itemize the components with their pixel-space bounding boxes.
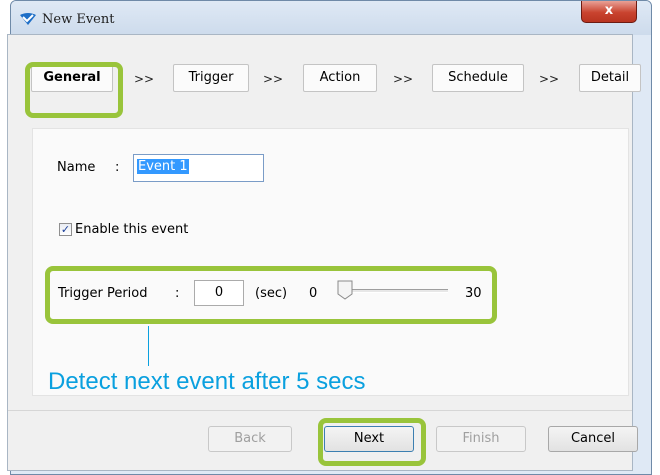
callout-line [148, 326, 149, 366]
back-button-label: Back [234, 431, 266, 446]
close-icon: x [604, 3, 614, 18]
finish-button[interactable]: Finish [436, 426, 526, 452]
highlight-general-tab [25, 62, 123, 118]
finish-button-label: Finish [462, 431, 500, 446]
cancel-button-label: Cancel [570, 431, 616, 446]
back-button[interactable]: Back [208, 426, 292, 452]
checkmark-icon: ✓ [60, 223, 71, 236]
tab-label: Action [319, 70, 361, 85]
footer-divider [8, 410, 632, 411]
callout-text: Detect next event after 5 secs [48, 368, 366, 395]
enable-event-checkbox[interactable]: ✓ [59, 223, 72, 236]
highlight-next-button [318, 418, 426, 466]
tab-separator: >> [539, 72, 560, 86]
tab-separator: >> [134, 72, 155, 86]
name-label: Name [57, 160, 96, 175]
name-colon: : [115, 160, 120, 175]
close-button[interactable]: x [581, 1, 637, 23]
vivotek-check-icon [20, 13, 36, 25]
window-title: New Event [42, 12, 115, 27]
event-name-input[interactable]: Event 1 [133, 154, 264, 182]
tab-separator: >> [393, 72, 414, 86]
tab-label: Schedule [448, 70, 508, 85]
tab-trigger[interactable]: Trigger [173, 64, 249, 92]
tab-schedule[interactable]: Schedule [432, 64, 524, 92]
event-name-value: Event 1 [137, 159, 189, 174]
enable-event-label[interactable]: Enable this event [75, 222, 188, 237]
tab-separator: >> [263, 72, 284, 86]
highlight-trigger-period [45, 266, 497, 324]
tab-action[interactable]: Action [303, 64, 377, 92]
tab-label: Trigger [188, 70, 234, 85]
title-bar[interactable]: New Event x [11, 1, 651, 35]
tab-detail[interactable]: Detail [579, 64, 641, 92]
general-panel [32, 128, 629, 396]
tab-label: Detail [590, 70, 630, 85]
cancel-button[interactable]: Cancel [548, 426, 638, 452]
